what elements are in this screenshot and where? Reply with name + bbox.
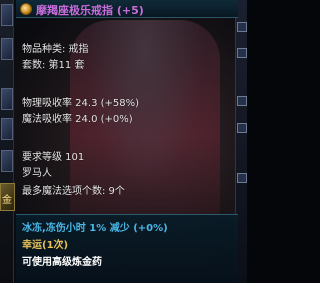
- max-magic-options: 最多魔法选项个数: 9个: [22, 186, 125, 197]
- gold-menu-button[interactable]: 金: [0, 183, 15, 211]
- panel-icon[interactable]: [237, 22, 247, 32]
- magic-absorb: 魔法吸收率 24.0 (+0%): [22, 114, 133, 125]
- required-level: 要求等级 101: [22, 152, 85, 163]
- left-inventory-strip: [0, 0, 14, 283]
- panel-icon[interactable]: [237, 173, 247, 183]
- affix-section: 冰冻,冻伤小时 1% 减少 (+0%) 幸运(1次) 可使用高级炼金药: [16, 214, 238, 283]
- inventory-slot[interactable]: [1, 118, 13, 140]
- affix-luck: 幸运(1次): [22, 240, 69, 251]
- panel-icon[interactable]: [237, 96, 247, 106]
- panel-icon[interactable]: [237, 48, 247, 58]
- gem-icon: [20, 3, 32, 15]
- physical-absorb: 物理吸收率 24.3 (+58%): [22, 98, 140, 109]
- inventory-slot[interactable]: [1, 38, 13, 60]
- item-type: 物品种类: 戒指: [22, 44, 89, 55]
- affix-alchemy: 可使用高级炼金药: [22, 257, 102, 268]
- inventory-slot[interactable]: [1, 150, 13, 172]
- panel-icon[interactable]: [237, 123, 247, 133]
- item-tooltip: 摩羯座极乐戒指 (+5) 物品种类: 戒指 套数: 第11 套 物理吸收率 24…: [16, 0, 238, 283]
- item-set: 套数: 第11 套: [22, 60, 85, 71]
- inventory-slot[interactable]: [1, 88, 13, 110]
- tooltip-title-bar: 摩羯座极乐戒指 (+5): [16, 0, 238, 18]
- inventory-slot[interactable]: [1, 4, 13, 26]
- affix-freeze: 冰冻,冻伤小时 1% 减少 (+0%): [22, 223, 168, 234]
- gold-label: 金: [2, 195, 12, 206]
- item-title: 摩羯座极乐戒指 (+5): [36, 4, 144, 17]
- required-race: 罗马人: [22, 168, 52, 179]
